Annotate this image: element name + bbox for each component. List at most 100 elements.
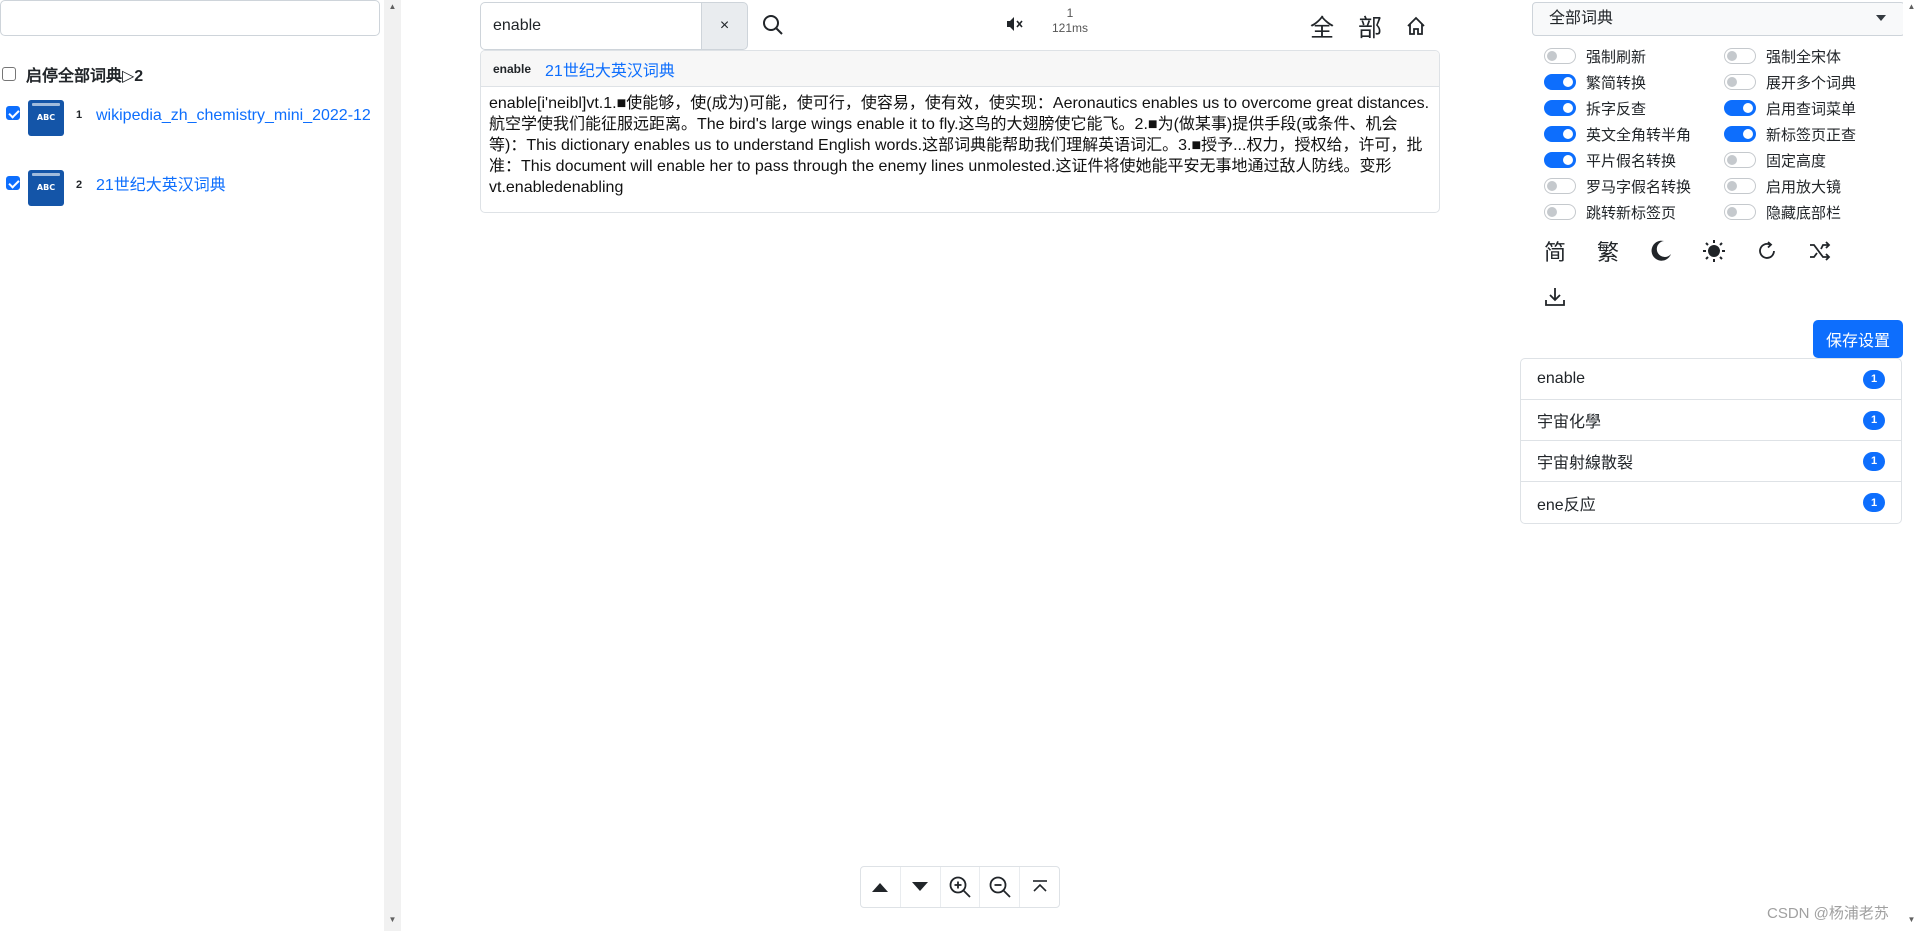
dict-index-1: 1 bbox=[76, 109, 83, 121]
setting-romaji[interactable]: 罗马字假名转换 bbox=[1544, 175, 1691, 197]
expand-all-button[interactable]: 全 bbox=[1310, 8, 1334, 43]
dict-checkbox-2[interactable] bbox=[6, 176, 20, 190]
word-list-item-label: 宇宙化學 bbox=[1537, 414, 1602, 431]
save-settings-button[interactable]: 保存设置 bbox=[1813, 320, 1903, 358]
mute-icon[interactable] bbox=[1002, 12, 1026, 36]
sun-icon[interactable] bbox=[1699, 236, 1729, 266]
setting-label: 强制全宋体 bbox=[1766, 48, 1842, 66]
setting-label: 强制刷新 bbox=[1586, 48, 1647, 66]
scroll-top-button[interactable] bbox=[1020, 867, 1059, 907]
scroll-up-arrow-icon[interactable]: ▲ bbox=[384, 2, 401, 11]
word-list-item[interactable]: 宇宙射線散裂 1 bbox=[1521, 441, 1901, 482]
page-scroll-down-icon[interactable]: ▼ bbox=[1903, 915, 1920, 924]
page-scroll-up-icon[interactable]: ▲ bbox=[1903, 2, 1920, 11]
word-list-item-label: ene反应 bbox=[1537, 496, 1596, 514]
home-icon[interactable] bbox=[1402, 12, 1430, 40]
page-scrollbar[interactable]: ▲ ▼ bbox=[1903, 0, 1920, 931]
switch-expand-multi[interactable] bbox=[1724, 74, 1756, 90]
scroll-up-button[interactable] bbox=[861, 867, 901, 907]
switch-fullwidth[interactable] bbox=[1544, 126, 1576, 142]
switch-fixed-height[interactable] bbox=[1724, 152, 1756, 168]
search-input[interactable] bbox=[480, 2, 701, 50]
setting-radical-lookup[interactable]: 拆字反查 bbox=[1544, 97, 1646, 119]
word-list: enable 1 宇宙化學 1 宇宙射線散裂 1 ene反应 1 bbox=[1520, 358, 1902, 524]
toggle-all-label: 启停全部词典▷2 bbox=[26, 68, 144, 85]
setting-label: 英文全角转半角 bbox=[1586, 126, 1692, 144]
setting-fixed-height[interactable]: 固定高度 bbox=[1724, 149, 1826, 171]
setting-label: 拆字反查 bbox=[1586, 100, 1647, 118]
refresh-icon[interactable] bbox=[1752, 236, 1782, 266]
setting-hide-bottom[interactable]: 隐藏底部栏 bbox=[1724, 201, 1841, 223]
setting-new-tab-forward[interactable]: 新标签页正查 bbox=[1724, 123, 1856, 145]
word-list-item[interactable]: enable 1 bbox=[1521, 359, 1901, 400]
switch-lookup-menu[interactable] bbox=[1724, 100, 1756, 116]
traditional-button[interactable]: 繁 bbox=[1593, 236, 1623, 266]
simplified-button[interactable]: 简 bbox=[1540, 236, 1570, 266]
query-stats: 1 121ms bbox=[1040, 6, 1100, 36]
switch-trad-simp[interactable] bbox=[1544, 74, 1576, 90]
switch-hide-bottom[interactable] bbox=[1724, 204, 1756, 220]
collapse-part-button[interactable]: 部 bbox=[1358, 8, 1382, 43]
setting-label: 启用查词菜单 bbox=[1766, 100, 1857, 118]
setting-lookup-menu[interactable]: 启用查词菜单 bbox=[1724, 97, 1856, 119]
switch-force-song[interactable] bbox=[1724, 48, 1756, 64]
switch-kana[interactable] bbox=[1544, 152, 1576, 168]
moon-icon[interactable] bbox=[1646, 236, 1676, 266]
dict-index-2: 2 bbox=[76, 179, 83, 191]
word-count-badge: 1 bbox=[1863, 369, 1885, 389]
setting-force-refresh[interactable]: 强制刷新 bbox=[1544, 45, 1646, 67]
switch-radical-lookup[interactable] bbox=[1544, 100, 1576, 116]
word-list-item[interactable]: ene反应 1 bbox=[1521, 482, 1901, 523]
result-count: 1 bbox=[1066, 6, 1074, 20]
setting-expand-multi[interactable]: 展开多个词典 bbox=[1724, 71, 1856, 93]
switch-force-refresh[interactable] bbox=[1544, 48, 1576, 64]
scroll-down-arrow-icon[interactable]: ▼ bbox=[384, 915, 401, 924]
dict-scope-select[interactable]: 全部词典 bbox=[1532, 2, 1905, 36]
dict-checkbox-1[interactable] bbox=[6, 106, 20, 120]
word-list-item[interactable]: 宇宙化學 1 bbox=[1521, 400, 1901, 441]
word-list-item-label: enable bbox=[1537, 370, 1586, 387]
toggle-all-checkbox[interactable] bbox=[2, 67, 16, 81]
setting-new-tab[interactable]: 跳转新标签页 bbox=[1544, 201, 1676, 223]
search-icon[interactable] bbox=[758, 10, 788, 40]
word-count-badge: 1 bbox=[1863, 451, 1885, 471]
shuffle-icon[interactable] bbox=[1805, 236, 1835, 266]
setting-kana[interactable]: 平片假名转换 bbox=[1544, 149, 1676, 171]
switch-new-tab-forward[interactable] bbox=[1724, 126, 1756, 142]
dict-link-2[interactable]: 21世纪大英汉词典 bbox=[96, 171, 226, 201]
result-card: enable 21世纪大英汉词典 enable[i'neibl]vt.1.■使能… bbox=[480, 50, 1440, 213]
setting-label: 隐藏底部栏 bbox=[1766, 204, 1842, 222]
scroll-down-button[interactable] bbox=[901, 867, 941, 907]
dictionary-book-icon: ABC bbox=[28, 100, 64, 136]
result-header[interactable]: enable 21世纪大英汉词典 bbox=[481, 51, 1439, 87]
caret-down-icon bbox=[912, 882, 929, 891]
word-count-badge: 1 bbox=[1863, 493, 1885, 512]
download-icon[interactable] bbox=[1540, 282, 1570, 312]
search-bar: × bbox=[480, 2, 748, 50]
word-count-badge: 1 bbox=[1863, 410, 1885, 430]
setting-force-song[interactable]: 强制全宋体 bbox=[1724, 45, 1841, 67]
dict-link-1[interactable]: wikipedia_zh_chemistry_mini_2022-12 bbox=[96, 107, 371, 124]
setting-trad-simp[interactable]: 繁简转换 bbox=[1544, 71, 1646, 93]
setting-label: 新标签页正查 bbox=[1766, 126, 1857, 144]
switch-romaji[interactable] bbox=[1544, 178, 1576, 194]
zoom-in-icon bbox=[949, 876, 971, 898]
setting-label: 固定高度 bbox=[1766, 152, 1827, 170]
toggle-all-dicts[interactable]: 启停全部词典▷2 bbox=[2, 62, 143, 86]
bottom-toolbar bbox=[860, 866, 1060, 908]
zoom-out-button[interactable] bbox=[980, 867, 1021, 907]
to-top-icon bbox=[1032, 880, 1047, 892]
switch-new-tab[interactable] bbox=[1544, 204, 1576, 220]
setting-label: 罗马字假名转换 bbox=[1586, 178, 1692, 196]
result-dict-link[interactable]: 21世纪大英汉词典 bbox=[545, 57, 675, 81]
zoom-in-button[interactable] bbox=[941, 867, 981, 907]
setting-magnifier[interactable]: 启用放大镜 bbox=[1724, 175, 1841, 197]
sidebar-scrollbar[interactable]: ▲ ▼ bbox=[384, 0, 401, 931]
setting-fullwidth[interactable]: 英文全角转半角 bbox=[1544, 123, 1691, 145]
clear-search-button[interactable]: × bbox=[701, 2, 748, 50]
result-headword: enable bbox=[493, 61, 532, 76]
dictionary-book-icon: ABC bbox=[28, 170, 64, 206]
switch-magnifier[interactable] bbox=[1724, 178, 1756, 194]
dict-filter-input[interactable] bbox=[0, 0, 380, 36]
watermark: CSDN @杨浦老苏 bbox=[1767, 905, 1889, 922]
